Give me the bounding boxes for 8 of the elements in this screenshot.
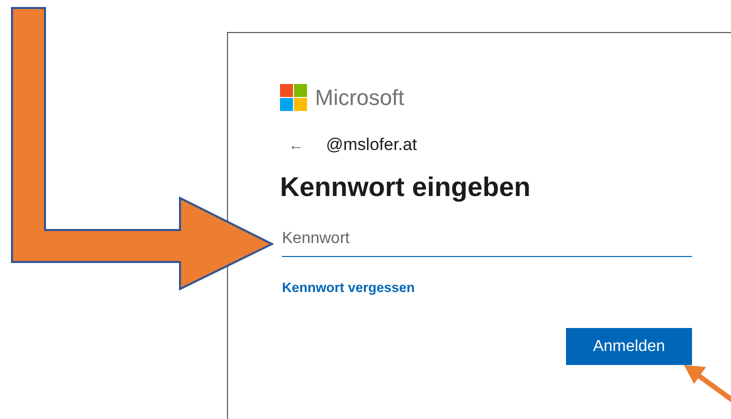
- logo-text: Microsoft: [315, 86, 404, 108]
- forgot-password-link[interactable]: Kennwort vergessen: [282, 280, 415, 295]
- back-button[interactable]: ←: [286, 138, 306, 152]
- sign-in-button[interactable]: Anmelden: [566, 328, 692, 365]
- account-email: @mslofer.at: [326, 134, 417, 156]
- logo-icon: [280, 84, 307, 111]
- page-heading: Kennwort eingeben: [280, 171, 532, 204]
- password-field[interactable]: Kennwort: [282, 221, 692, 257]
